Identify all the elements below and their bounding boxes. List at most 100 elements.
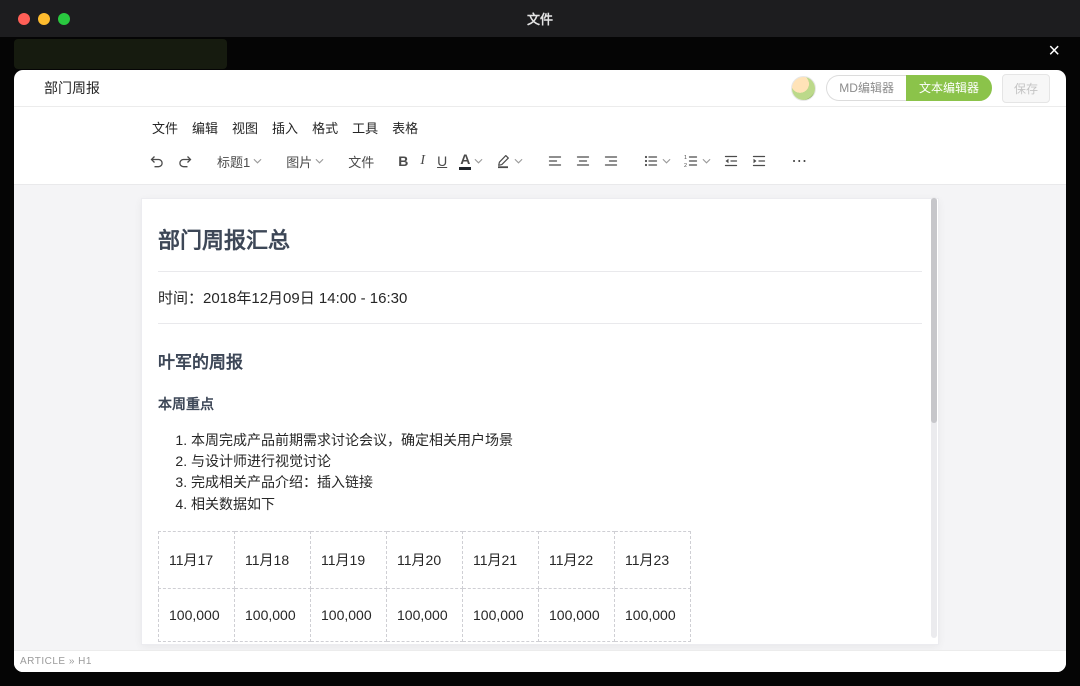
outdent-icon [725, 155, 738, 167]
table-cell[interactable]: 11月17 [158, 530, 235, 589]
indent-button[interactable] [746, 148, 772, 174]
font-color-dropdown[interactable]: A [454, 148, 488, 174]
align-center-icon [577, 156, 590, 166]
bullet-list-dropdown[interactable] [638, 148, 676, 174]
indent-icon [753, 155, 766, 167]
menu-view[interactable]: 视图 [230, 117, 260, 138]
insert-image-dropdown[interactable]: 图片 [281, 148, 329, 174]
doc-heading1[interactable]: 部门周报汇总 [158, 223, 922, 255]
header-actions: MD编辑器 文本编辑器 保存 [791, 73, 1050, 103]
table-cell[interactable]: 100,000 [158, 587, 235, 642]
italic-label: I [420, 153, 426, 168]
chevron-down-icon [253, 158, 262, 164]
chevron-down-icon [474, 158, 483, 164]
text-editor-button[interactable]: 文本编辑器 [905, 75, 992, 101]
doc-section-focus-title[interactable]: 本周重点 [158, 394, 922, 414]
avatar[interactable] [791, 75, 817, 101]
highlighter-icon [498, 155, 510, 169]
editor-modal: 部门周报 MD编辑器 文本编辑器 保存 文件 编辑 视图 插入 格式 工具 表格 [14, 70, 1066, 672]
modal-header: 部门周报 MD编辑器 文本编辑器 保存 [14, 70, 1066, 107]
breadcrumb: ARTICLE » H1 [20, 656, 92, 667]
insert-image-label: 图片 [286, 154, 313, 170]
menu-edit[interactable]: 编辑 [190, 117, 220, 138]
table-cell[interactable]: 100,000 [234, 587, 311, 642]
table-cell[interactable]: 100,000 [538, 587, 615, 642]
zoom-window-button[interactable] [58, 12, 70, 25]
redo-button[interactable] [172, 148, 198, 174]
table-cell[interactable]: 100,000 [462, 587, 539, 642]
divider [158, 271, 922, 272]
md-editor-button[interactable]: MD编辑器 [826, 75, 906, 101]
heading-style-dropdown[interactable]: 标题1 [212, 148, 267, 174]
traffic-lights [18, 0, 70, 37]
list-item[interactable]: 相关数据如下 [191, 495, 922, 513]
italic-button[interactable]: I [415, 148, 430, 174]
undo-icon [150, 156, 163, 168]
svg-text:1: 1 [684, 155, 687, 161]
table-cell[interactable]: 11月18 [234, 530, 311, 589]
table-cell[interactable]: 100,000 [310, 587, 387, 642]
heading-style-label: 标题1 [217, 154, 251, 170]
window-title: 文件 [526, 12, 553, 27]
chevron-down-icon [514, 158, 523, 164]
close-window-button[interactable] [18, 12, 30, 25]
insert-file-label: 文件 [348, 154, 375, 170]
menu-table[interactable]: 表格 [390, 117, 420, 138]
align-center-button[interactable] [570, 148, 596, 174]
status-bar: ARTICLE » H1 [14, 650, 1066, 672]
scrollbar-thumb[interactable] [931, 198, 937, 423]
insert-file-button[interactable]: 文件 [343, 148, 379, 174]
font-color-icon: A [459, 152, 472, 170]
doc-heading2[interactable]: 叶军的周报 [158, 348, 922, 373]
table-cell[interactable]: 11月23 [614, 530, 691, 589]
table-cell[interactable]: 11月19 [310, 530, 387, 589]
document-title: 部门周报 [44, 80, 100, 96]
align-left-icon [549, 156, 562, 166]
divider [158, 323, 922, 324]
table-row: 11月17 11月18 11月19 11月20 11月21 11月22 11月2… [158, 530, 691, 589]
save-button[interactable]: 保存 [1001, 73, 1050, 103]
table-row: 100,000 100,000 100,000 100,000 100,000 … [158, 587, 691, 642]
minimize-window-button[interactable] [38, 12, 50, 25]
more-tools-button[interactable]: ⋯ [786, 148, 813, 174]
editor-content-area: 部门周报汇总 时间：2018年12月09日 14:00 - 16:30 叶军的周… [14, 184, 1066, 650]
outdent-button[interactable] [718, 148, 744, 174]
list-item[interactable]: 本周完成产品前期需求讨论会议，确定相关用户场景 [191, 431, 922, 449]
menu-tools[interactable]: 工具 [350, 117, 380, 138]
bullet-list-icon [645, 155, 658, 167]
svg-text:2: 2 [684, 163, 687, 169]
close-icon[interactable]: × [1048, 41, 1060, 61]
bold-button[interactable]: B [393, 148, 413, 174]
underline-label: U [437, 153, 448, 169]
ordered-list-icon: 12 [684, 155, 698, 169]
background-window-remnant [14, 39, 227, 69]
doc-meta-time[interactable]: 时间：2018年12月09日 14:00 - 16:30 [158, 287, 922, 308]
align-right-button[interactable] [598, 148, 624, 174]
bold-label: B [398, 153, 409, 169]
list-item[interactable]: 完成相关产品介绍：插入链接 [191, 473, 922, 491]
toolbar: 标题1 图片 文件 B I U A 1 2 ⋯ [14, 144, 1066, 184]
menu-file[interactable]: 文件 [150, 117, 180, 138]
underline-button[interactable]: U [432, 148, 452, 174]
table-cell[interactable]: 11月21 [462, 530, 539, 589]
modal-backdrop: × 部门周报 MD编辑器 文本编辑器 保存 文件 编辑 视图 插入 格式 工具 … [0, 37, 1080, 686]
highlight-color-dropdown[interactable] [490, 148, 528, 174]
menu-insert[interactable]: 插入 [270, 117, 300, 138]
redo-icon [179, 156, 192, 168]
table-cell[interactable]: 100,000 [386, 587, 463, 642]
editor-mode-switch: MD编辑器 文本编辑器 [826, 75, 992, 101]
table-cell[interactable]: 11月20 [386, 530, 463, 589]
table-cell[interactable]: 11月22 [538, 530, 615, 589]
focus-list: 本周完成产品前期需求讨论会议，确定相关用户场景 与设计师进行视觉讨论 完成相关产… [158, 431, 922, 513]
chevron-down-icon [702, 158, 711, 164]
align-left-button[interactable] [542, 148, 568, 174]
chevron-down-icon [662, 158, 671, 164]
chevron-down-icon [315, 158, 324, 164]
list-item[interactable]: 与设计师进行视觉讨论 [191, 452, 922, 470]
ordered-list-dropdown[interactable]: 12 [678, 148, 716, 174]
undo-button[interactable] [144, 148, 170, 174]
document-page[interactable]: 部门周报汇总 时间：2018年12月09日 14:00 - 16:30 叶军的周… [141, 198, 939, 645]
table-cell[interactable]: 100,000 [614, 587, 691, 642]
menu-format[interactable]: 格式 [310, 117, 340, 138]
menu-bar: 文件 编辑 视图 插入 格式 工具 表格 [14, 107, 1066, 144]
